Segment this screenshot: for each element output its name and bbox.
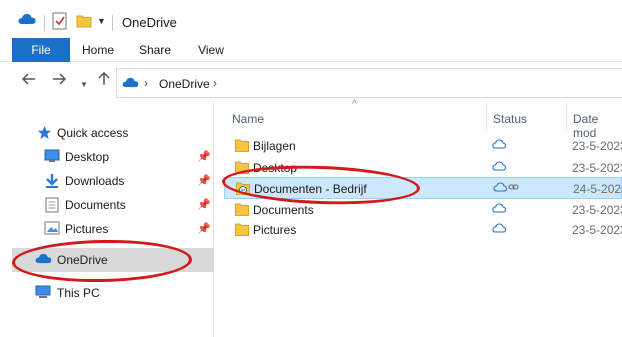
navigation-pane: Quick access Desktop 📌 Downloads 📌 Docum…	[0, 102, 223, 337]
column-header-status[interactable]: Status	[493, 112, 527, 126]
up-button[interactable]	[97, 71, 111, 92]
file-row[interactable]: Pictures 23-5-2023	[224, 219, 622, 241]
pin-icon[interactable]: 📌	[197, 198, 211, 211]
sort-ascending-icon: ^	[352, 99, 357, 110]
recent-locations-button[interactable]: ▼	[80, 75, 88, 95]
nav-quick-access[interactable]: Quick access	[0, 121, 214, 145]
computer-icon	[35, 285, 51, 301]
new-folder-icon[interactable]	[76, 13, 92, 32]
file-list: ^ Name Status Date mod Bijlagen 23-5-202…	[214, 99, 622, 337]
address-path-segment[interactable]: OneDrive	[159, 77, 210, 91]
ribbon-tabs: File Home Share View	[0, 38, 622, 62]
downloads-icon	[44, 173, 60, 189]
pin-icon[interactable]: 📌	[197, 150, 211, 163]
star-icon	[37, 125, 53, 141]
back-button[interactable]	[21, 72, 36, 92]
title-bar: ▼ OneDrive	[0, 0, 622, 38]
title-separator	[44, 15, 45, 31]
tab-share[interactable]: Share	[132, 38, 178, 62]
window-title: OneDrive	[122, 15, 177, 30]
file-name: Pictures	[253, 223, 297, 237]
folder-icon	[235, 223, 249, 236]
onedrive-icon[interactable]	[18, 13, 36, 28]
cloud-icon	[492, 202, 507, 216]
address-bar[interactable]: › OneDrive ›	[116, 68, 622, 98]
onedrive-icon	[122, 77, 139, 91]
nav-item-pictures[interactable]: Pictures 📌	[0, 217, 214, 241]
file-name: Bijlagen	[253, 139, 296, 153]
title-separator	[112, 15, 113, 31]
file-date: 23-5-2023	[572, 139, 622, 153]
documents-icon	[45, 197, 61, 213]
cloud-icon	[492, 160, 507, 174]
nav-item-desktop[interactable]: Desktop 📌	[0, 145, 214, 169]
file-name: Documents	[253, 203, 314, 217]
nav-label: Pictures	[65, 222, 109, 236]
nav-label: Desktop	[65, 150, 110, 164]
chevron-right-icon[interactable]: ›	[144, 76, 148, 90]
nav-label: Documents	[65, 198, 126, 212]
navigation-bar: ▼ › OneDrive ›	[0, 62, 622, 102]
file-row[interactable]: Bijlagen 23-5-2023	[224, 135, 622, 157]
forward-button[interactable]	[52, 72, 67, 92]
file-date: 23-5-2023	[572, 203, 622, 217]
nav-item-documents[interactable]: Documents 📌	[0, 193, 214, 217]
cloud-icon	[492, 138, 507, 152]
column-divider[interactable]	[486, 102, 487, 132]
pictures-icon	[44, 221, 60, 237]
file-date: 24-5-2023	[573, 182, 622, 196]
chevron-right-icon[interactable]: ›	[213, 76, 217, 90]
customize-toolbar-icon[interactable]: ▼	[97, 16, 106, 26]
tab-view[interactable]: View	[190, 38, 232, 62]
nav-item-this-pc[interactable]: This PC	[0, 281, 214, 305]
nav-label: This PC	[57, 286, 100, 300]
folder-icon	[235, 203, 249, 216]
nav-label: Quick access	[57, 126, 129, 140]
column-header-name[interactable]: Name	[232, 112, 264, 126]
file-date: 23-5-2023	[572, 223, 622, 237]
file-row[interactable]: Documents 23-5-2023	[224, 199, 622, 221]
pin-icon[interactable]: 📌	[197, 222, 211, 235]
pin-icon[interactable]: 📌	[197, 174, 211, 187]
cloud-shared-icon	[493, 181, 521, 195]
file-date: 23-5-2023	[572, 161, 622, 175]
nav-item-downloads[interactable]: Downloads 📌	[0, 169, 214, 193]
tab-file[interactable]: File	[12, 38, 70, 62]
tab-home[interactable]: Home	[76, 38, 120, 62]
column-divider[interactable]	[566, 102, 567, 132]
folder-icon	[235, 139, 249, 152]
cloud-icon	[492, 222, 507, 236]
nav-label: Downloads	[65, 174, 125, 188]
properties-icon[interactable]	[52, 12, 68, 33]
desktop-icon	[44, 149, 60, 165]
